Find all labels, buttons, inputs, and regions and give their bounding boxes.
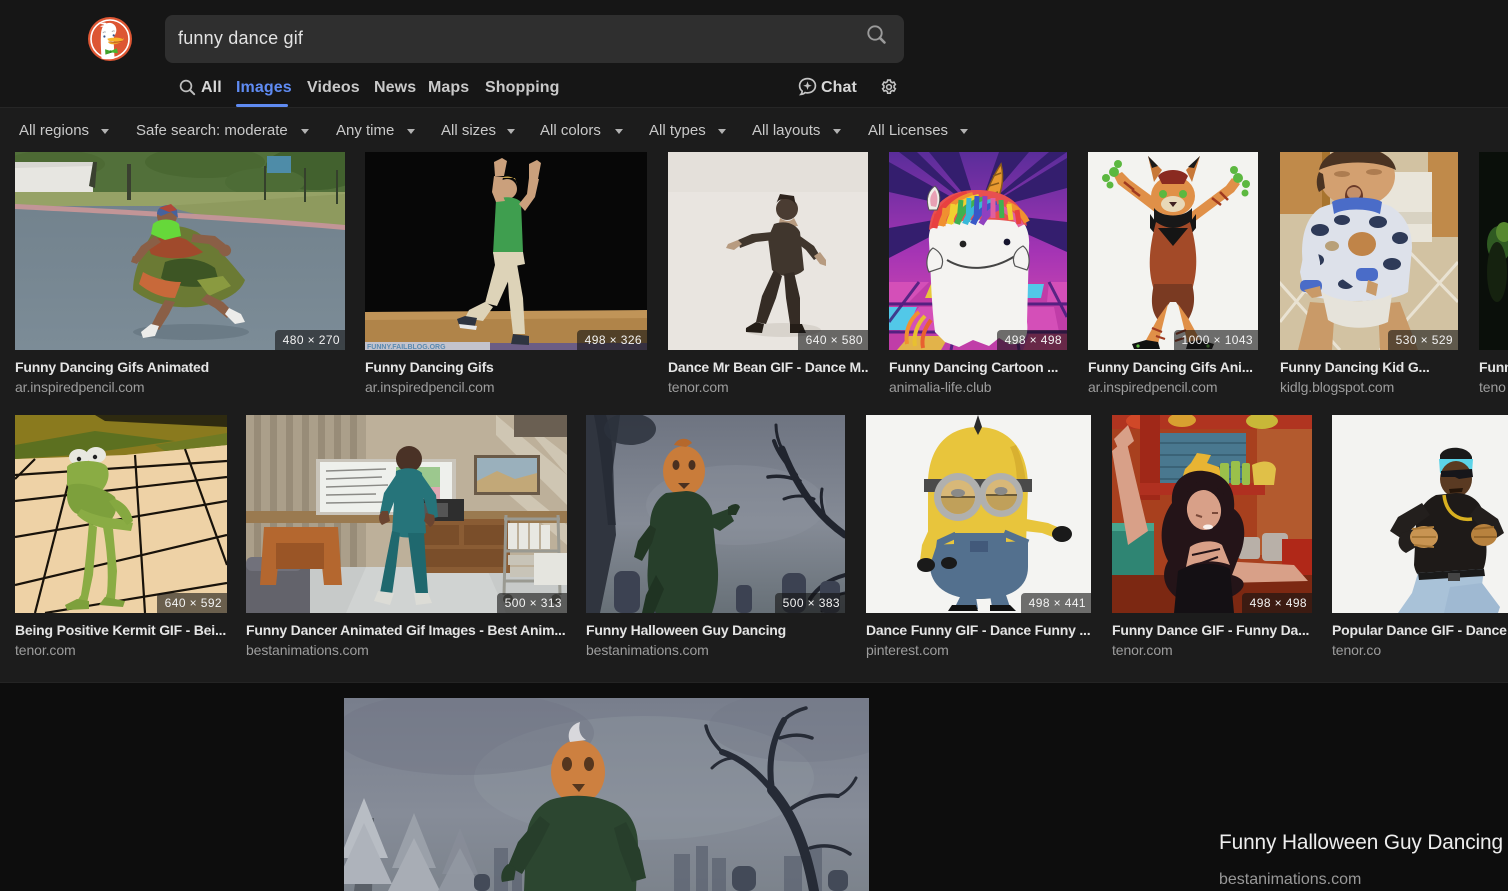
svg-text:FUNNY.FAILBLOG.ORG: FUNNY.FAILBLOG.ORG: [367, 344, 446, 350]
